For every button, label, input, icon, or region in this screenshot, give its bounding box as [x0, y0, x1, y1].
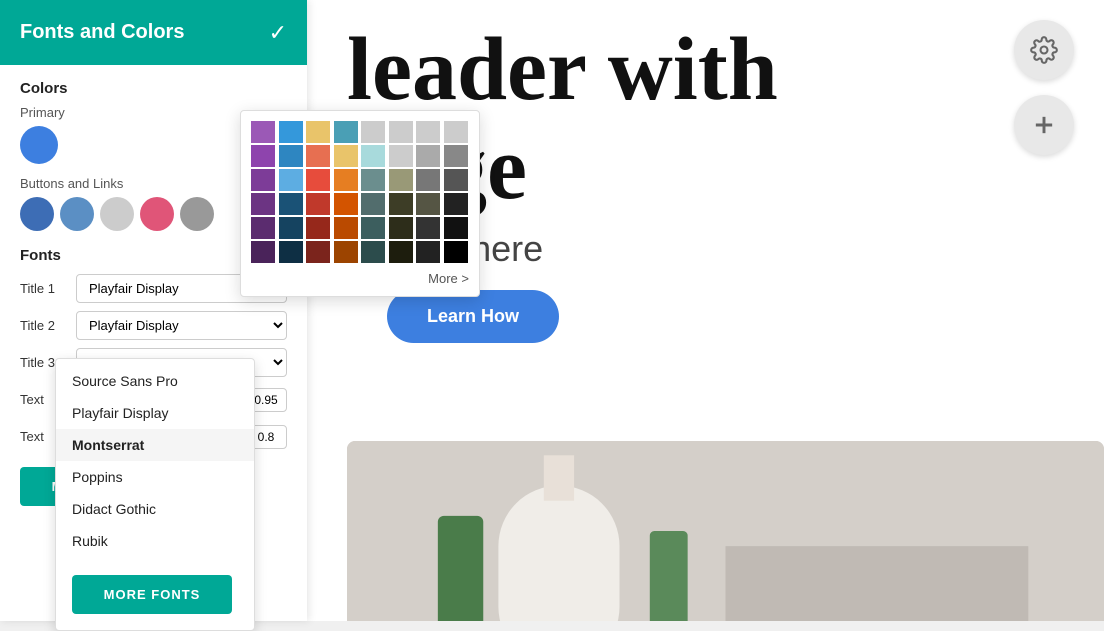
- hero-image: [347, 441, 1104, 621]
- color-cell[interactable]: [361, 193, 385, 215]
- color-cell[interactable]: [444, 121, 468, 143]
- panel-title: Fonts and Colors: [20, 21, 184, 44]
- swatch-blue-dark[interactable]: [20, 197, 54, 231]
- main-content: leader with nage subtitle here Learn How: [307, 0, 1104, 621]
- color-cell[interactable]: [444, 145, 468, 167]
- color-picker-popup: More >: [240, 110, 480, 297]
- color-cell[interactable]: [334, 193, 358, 215]
- gear-button[interactable]: [1014, 20, 1074, 80]
- color-cell[interactable]: [306, 145, 330, 167]
- color-cell[interactable]: [444, 169, 468, 191]
- color-cell[interactable]: [251, 217, 275, 239]
- color-cell[interactable]: [279, 169, 303, 191]
- panel-header: Fonts and Colors ✓: [0, 0, 307, 65]
- color-cell[interactable]: [306, 217, 330, 239]
- color-cell[interactable]: [416, 121, 440, 143]
- color-cell[interactable]: [306, 241, 330, 263]
- color-cell[interactable]: [334, 121, 358, 143]
- color-cell[interactable]: [416, 241, 440, 263]
- color-cell[interactable]: [334, 169, 358, 191]
- color-cell[interactable]: [389, 169, 413, 191]
- swatch-gray-dark[interactable]: [180, 197, 214, 231]
- font-label-title1: Title 1: [20, 281, 68, 296]
- font-dropdown-more-fonts-button[interactable]: MORE FONTS: [72, 575, 232, 614]
- color-cell[interactable]: [279, 241, 303, 263]
- color-cell[interactable]: [251, 145, 275, 167]
- color-cell[interactable]: [361, 145, 385, 167]
- color-cell[interactable]: [444, 241, 468, 263]
- color-cell[interactable]: [306, 121, 330, 143]
- font-select-title2[interactable]: Playfair Display: [76, 311, 287, 340]
- color-cell[interactable]: [279, 217, 303, 239]
- color-cell[interactable]: [389, 217, 413, 239]
- color-cell[interactable]: [334, 217, 358, 239]
- color-cell[interactable]: [444, 193, 468, 215]
- color-cell[interactable]: [416, 193, 440, 215]
- color-cell[interactable]: [416, 169, 440, 191]
- color-cell[interactable]: [251, 169, 275, 191]
- color-cell[interactable]: [306, 169, 330, 191]
- font-option-playfair-display[interactable]: Playfair Display: [56, 397, 254, 429]
- primary-color-swatch[interactable]: [20, 126, 58, 164]
- color-cell[interactable]: [251, 193, 275, 215]
- color-cell[interactable]: [306, 193, 330, 215]
- color-cell[interactable]: [251, 121, 275, 143]
- add-button[interactable]: [1014, 95, 1074, 155]
- color-cell[interactable]: [389, 193, 413, 215]
- color-cell[interactable]: [416, 145, 440, 167]
- font-row-title2: Title 2 Playfair Display: [20, 311, 287, 340]
- color-cell[interactable]: [361, 217, 385, 239]
- confirm-button[interactable]: ✓: [269, 20, 287, 46]
- color-cell[interactable]: [361, 169, 385, 191]
- learn-how-button[interactable]: Learn How: [387, 290, 559, 343]
- color-cell[interactable]: [416, 217, 440, 239]
- font-option-poppins[interactable]: Poppins: [56, 461, 254, 493]
- color-cell[interactable]: [279, 121, 303, 143]
- color-cell[interactable]: [361, 241, 385, 263]
- font-dropdown-more-fonts: MORE FONTS: [56, 557, 254, 624]
- color-cell[interactable]: [444, 217, 468, 239]
- font-label-title2: Title 2: [20, 318, 68, 333]
- color-cell[interactable]: [389, 145, 413, 167]
- font-option-didact-gothic[interactable]: Didact Gothic: [56, 493, 254, 525]
- swatch-gray-light[interactable]: [100, 197, 134, 231]
- color-cell[interactable]: [361, 121, 385, 143]
- color-cell[interactable]: [279, 193, 303, 215]
- swatch-pink[interactable]: [140, 197, 174, 231]
- font-dropdown: Source Sans Pro Playfair Display Montser…: [55, 358, 255, 631]
- color-grid: [251, 121, 469, 263]
- font-option-rubik[interactable]: Rubik: [56, 525, 254, 557]
- color-cell[interactable]: [334, 145, 358, 167]
- color-cell[interactable]: [279, 145, 303, 167]
- color-picker-more[interactable]: More >: [251, 271, 469, 286]
- swatch-blue-medium[interactable]: [60, 197, 94, 231]
- color-cell[interactable]: [251, 241, 275, 263]
- font-option-source-sans-pro[interactable]: Source Sans Pro: [56, 365, 254, 397]
- color-cell[interactable]: [334, 241, 358, 263]
- color-cell[interactable]: [389, 121, 413, 143]
- color-cell[interactable]: [389, 241, 413, 263]
- colors-section-title: Colors: [20, 80, 287, 97]
- font-option-montserrat[interactable]: Montserrat: [56, 429, 254, 461]
